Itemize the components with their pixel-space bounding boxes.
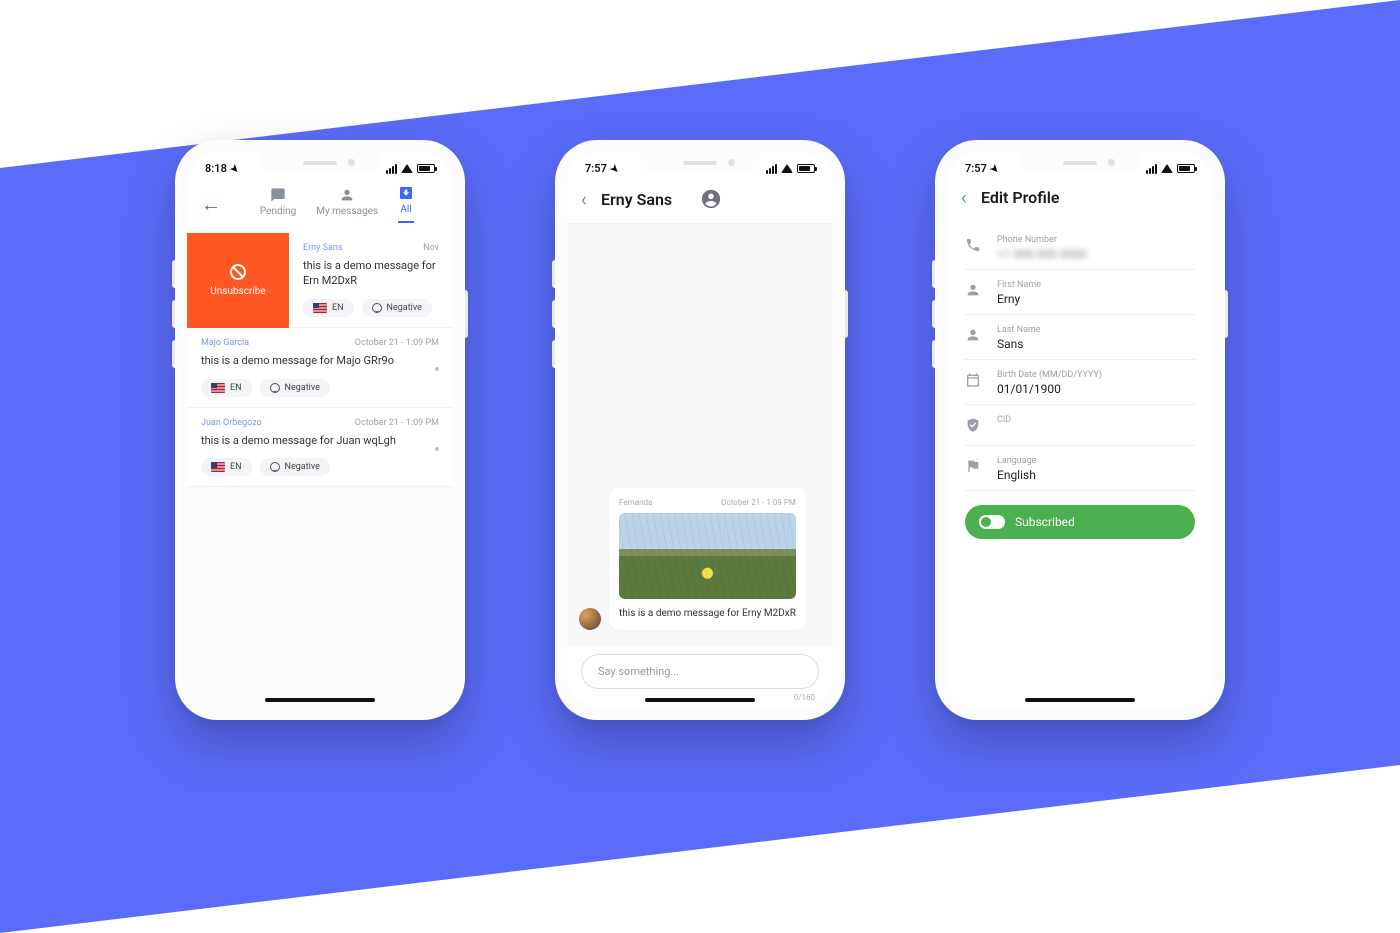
location-icon: ➤ <box>227 163 241 177</box>
bubble-text: this is a demo message for Erny M2DxR <box>619 607 796 621</box>
message-date: October 21 - 1:09 PM <box>355 418 439 428</box>
battery-icon <box>417 164 435 173</box>
calendar-icon <box>965 370 983 392</box>
last-name-field[interactable]: Last NameSans <box>965 315 1195 360</box>
home-indicator[interactable] <box>265 698 375 702</box>
block-icon <box>230 264 246 280</box>
profile-header: ‹ Edit Profile <box>947 179 1213 219</box>
person-icon <box>965 325 983 347</box>
message-sender: Majo Garcia <box>201 338 249 348</box>
lang-chip: EN <box>201 379 252 397</box>
message-row[interactable]: Juan Orbegozo October 21 - 1:09 PM this i… <box>187 408 453 488</box>
page-title: Edit Profile <box>981 188 1060 207</box>
sentiment-icon <box>270 462 280 472</box>
person-icon <box>339 187 355 203</box>
person-icon <box>965 280 983 302</box>
subscribed-toggle[interactable]: Subscribed <box>965 505 1195 539</box>
birth-date-field[interactable]: Birth Date (MM/DD/YYYY)01/01/1900 <box>965 360 1195 405</box>
shield-icon <box>965 415 983 437</box>
sentiment-chip: Negative <box>362 299 432 317</box>
chat-title: Erny Sans <box>601 190 672 209</box>
lang-chip: EN <box>303 299 354 317</box>
back-button[interactable]: ‹ <box>581 187 587 211</box>
message-row[interactable]: Unsubscribe Erny Sans Nov this is a demo … <box>187 233 453 328</box>
home-indicator[interactable] <box>1025 698 1135 702</box>
sentiment-chip: Negative <box>260 379 330 397</box>
profile-form: Phone Number+1 000 000 0000 First NameEr… <box>947 219 1213 708</box>
bubble-date: October 21 - 1:09 PM <box>721 498 796 507</box>
back-button[interactable]: ← <box>201 192 221 217</box>
us-flag-icon <box>211 462 225 472</box>
notch <box>640 152 760 174</box>
wifi-icon <box>401 164 413 173</box>
chat-header: ‹ Erny Sans <box>567 179 833 224</box>
phone-icon <box>965 235 983 257</box>
message-list[interactable]: Unsubscribe Erny Sans Nov this is a demo … <box>187 233 453 708</box>
toggle-icon <box>979 515 1005 529</box>
sentiment-icon <box>270 383 280 393</box>
message-body: this is a demo message for Majo GRr9o <box>201 354 439 369</box>
message-bubble[interactable]: Fernanda October 21 - 1:09 PM this is a d… <box>609 488 806 631</box>
first-name-field[interactable]: First NameErny <box>965 270 1195 315</box>
profile-button[interactable] <box>700 188 722 210</box>
cid-field[interactable]: CID <box>965 405 1195 446</box>
message-icon <box>270 187 286 203</box>
message-date: Nov <box>423 243 439 253</box>
unread-dot <box>435 367 439 371</box>
unread-dot <box>435 447 439 451</box>
notch <box>1020 152 1140 174</box>
phone-messages: 8:18 ➤ ← Pending My messages All Unsubsc… <box>175 140 465 720</box>
unsubscribe-button[interactable]: Unsubscribe <box>187 233 289 328</box>
inbox-icon <box>398 185 414 201</box>
message-sender: Juan Orbegozo <box>201 418 262 428</box>
tab-pending[interactable]: Pending <box>260 187 296 223</box>
tab-all[interactable]: All <box>398 185 414 223</box>
bubble-sender: Fernanda <box>619 498 652 507</box>
phone-field[interactable]: Phone Number+1 000 000 0000 <box>965 225 1195 270</box>
sender-avatar[interactable] <box>579 608 601 630</box>
lang-chip: EN <box>201 458 252 476</box>
location-icon: ➤ <box>607 163 621 177</box>
message-image[interactable] <box>619 513 796 599</box>
sentiment-chip: Negative <box>260 458 330 476</box>
compose-input[interactable]: Say something... <box>581 654 819 689</box>
notch <box>260 152 380 174</box>
language-field[interactable]: LanguageEnglish <box>965 446 1195 491</box>
message-row[interactable]: Majo Garcia October 21 - 1:09 PM this is … <box>187 328 453 408</box>
tab-my-messages[interactable]: My messages <box>316 187 378 223</box>
chat-body[interactable]: Fernanda October 21 - 1:09 PM this is a d… <box>567 224 833 646</box>
message-body: this is a demo message for Juan wqLgh <box>201 434 439 449</box>
phone-chat: 7:57 ➤ ‹ Erny Sans FernandaOctober 21 - … <box>555 140 845 720</box>
back-button[interactable]: ‹ <box>961 185 967 209</box>
message-sender: Erny Sans <box>303 243 342 253</box>
phone-profile: 7:57 ➤ ‹ Edit Profile Phone Number+1 000… <box>935 140 1225 720</box>
us-flag-icon <box>313 303 327 313</box>
us-flag-icon <box>211 383 225 393</box>
location-icon: ➤ <box>987 163 1001 177</box>
signal-icon <box>386 164 397 174</box>
message-date: October 21 - 1:09 PM <box>355 338 439 348</box>
message-body: this is a demo message for Ern M2DxR <box>303 259 439 289</box>
messages-header: ← Pending My messages All <box>187 179 453 233</box>
sentiment-icon <box>372 303 382 313</box>
flag-icon <box>965 456 983 478</box>
home-indicator[interactable] <box>645 698 755 702</box>
